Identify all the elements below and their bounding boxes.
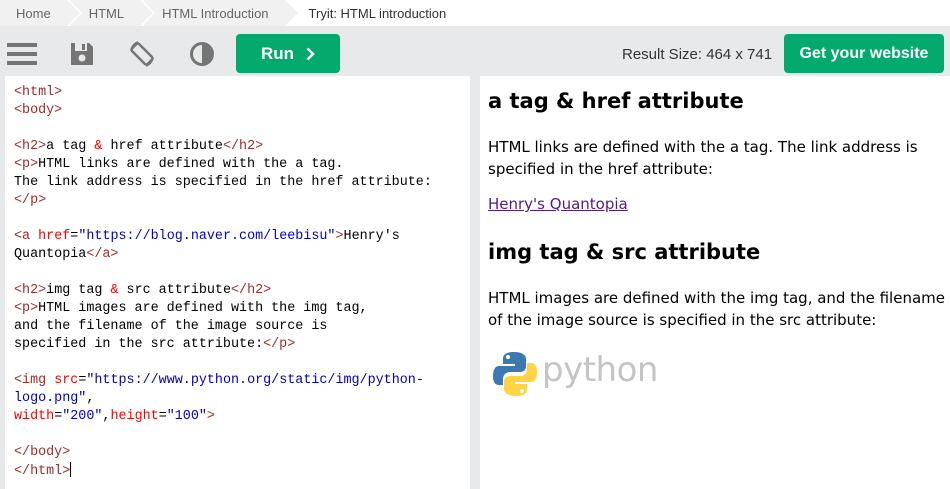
pane-divider[interactable] (470, 76, 480, 489)
code-content[interactable]: <html> <body> <h2>a tag & href attribute… (14, 84, 432, 481)
code-line: <p>HTML images are defined with the img … (14, 301, 368, 316)
result-paragraph-links: HTML links are defined with the a tag. T… (488, 136, 918, 180)
python-logo-wordmark: python (542, 350, 658, 390)
chevron-right-icon (306, 47, 315, 60)
breadcrumb-home[interactable]: Home (0, 0, 82, 26)
code-line: </body> (14, 445, 71, 460)
code-line: <body> (14, 103, 63, 118)
code-line: and the filename of the image source is (14, 319, 328, 334)
code-line: </p> (14, 193, 47, 208)
toolbar: Run Result Size: 464 x 741 Get your webs… (0, 30, 950, 76)
code-line: The link address is specified in the hre… (14, 175, 432, 190)
code-line: <h2>img tag & src attribute</h2> (14, 283, 272, 298)
code-line: <img src="https://www.python.org/static/… (14, 373, 424, 388)
paragraph-line: HTML links are defined with the a tag. T… (488, 138, 918, 156)
theme-contrast-icon[interactable] (187, 40, 217, 68)
menu-icon[interactable] (7, 40, 37, 68)
code-line: <a href="https://blog.naver.com/leebisu"… (14, 229, 400, 244)
code-line: <p>HTML links are defined with the a tag… (14, 157, 344, 172)
python-logo-icon (493, 352, 537, 396)
breadcrumb-html-introduction[interactable]: HTML Introduction (144, 0, 301, 26)
result-size-label: Result Size: 464 x 741 (622, 46, 773, 63)
code-line: <html> (14, 85, 63, 100)
result-heading-a-tag: a tag & href attribute (488, 89, 744, 113)
code-editor[interactable]: <html> <body> <h2>a tag & href attribute… (5, 76, 470, 489)
result-link-henrys-quantopia[interactable]: Henry's Quantopia (488, 195, 628, 213)
breadcrumb-current: Tryit: HTML introduction (288, 0, 463, 26)
breadcrumb-label: HTML (88, 5, 125, 21)
code-line: </html> (14, 462, 72, 479)
paragraph-line: of the image source is specified in the … (488, 311, 877, 329)
result-heading-img-tag: img tag & src attribute (488, 240, 761, 264)
run-button[interactable]: Run (236, 34, 340, 73)
get-your-website-button[interactable]: Get your website (784, 34, 944, 73)
paragraph-line: specified in the href attribute: (488, 160, 713, 178)
breadcrumb: Home HTML HTML Introduction Tryit: HTML … (0, 0, 950, 26)
run-button-label: Run (260, 43, 295, 63)
text-cursor (70, 462, 72, 477)
code-line: Quantopia</a> (14, 247, 119, 262)
rotate-icon[interactable] (127, 40, 157, 68)
save-icon[interactable] (67, 40, 97, 68)
code-line: specified in the src attribute:</p> (14, 337, 296, 352)
code-line: width="200",height="100"> (14, 409, 215, 424)
code-line: logo.png", (14, 391, 95, 406)
result-pane: a tag & href attribute HTML links are de… (480, 76, 950, 489)
breadcrumb-label: HTML Introduction (162, 5, 269, 21)
python-logo-image: python (490, 348, 660, 404)
breadcrumb-label: Tryit: HTML introduction (308, 5, 447, 21)
paragraph-line: HTML images are defined with the img tag… (488, 289, 945, 307)
breadcrumb-label: Home (16, 5, 51, 21)
result-paragraph-images: HTML images are defined with the img tag… (488, 287, 945, 331)
code-line: <h2>a tag & href attribute</h2> (14, 139, 264, 154)
